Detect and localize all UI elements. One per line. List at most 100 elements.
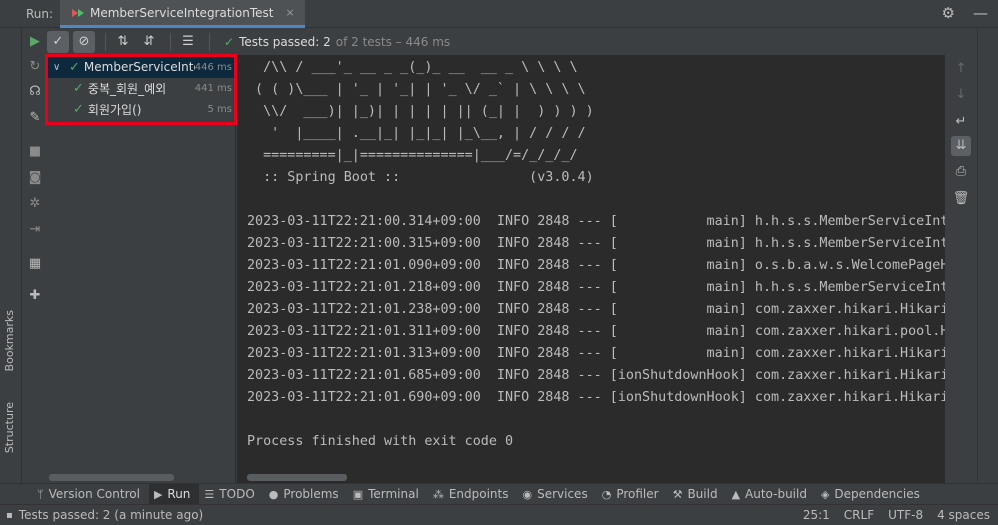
trash-icon[interactable]: 🗑: [951, 189, 971, 209]
pin-icon[interactable]: ✚: [27, 288, 43, 304]
success-check-icon: ✓: [73, 80, 84, 96]
arrow-down-icon[interactable]: ↓: [951, 85, 971, 105]
tool-tab-services[interactable]: ◉ Services: [517, 484, 596, 505]
tool-window-bar: ᛘ Version Control ▶ Run ☰ TODO ● Problems ▣ T…: [0, 483, 998, 505]
tool-tab-label: TODO: [219, 487, 255, 501]
run-icon: ▶: [153, 487, 163, 501]
endpoints-icon: ⁂: [432, 487, 444, 501]
tool-tab-label: Services: [537, 487, 588, 501]
layout-icon[interactable]: ▦: [27, 256, 43, 272]
run-tab[interactable]: MemberServiceIntegrationTest ×: [60, 0, 305, 28]
status-message[interactable]: ▪ Tests passed: 2 (a minute ago): [0, 508, 203, 522]
camera-icon[interactable]: ◙: [27, 170, 43, 186]
test-duration: 5 ms: [207, 103, 233, 115]
tool-tab-problems[interactable]: ● Problems: [264, 484, 348, 505]
structure-tab[interactable]: Structure: [3, 402, 16, 453]
tree-root-item[interactable]: ∨ ✓ MemberServiceInte 446 ms: [47, 56, 236, 78]
file-encoding[interactable]: UTF-8: [888, 508, 923, 522]
indent-setting[interactable]: 4 spaces: [937, 508, 990, 522]
tests-passed-text: Tests passed: 2: [239, 34, 331, 49]
warning-icon: ▲: [731, 487, 741, 501]
tool-tab-label: Profiler: [616, 487, 659, 501]
chevron-down-icon[interactable]: ∨: [53, 62, 65, 73]
console-horizontal-scrollbar[interactable]: [247, 474, 347, 481]
tool-tab-version-control[interactable]: ᛘ Version Control: [32, 484, 149, 505]
status-widgets: 25:1 CRLF UTF-8 4 spaces: [803, 508, 998, 522]
tool-tab-terminal[interactable]: ▣ Terminal: [348, 484, 428, 505]
branch-icon: ᛘ: [37, 487, 44, 501]
tree-horizontal-scrollbar[interactable]: [49, 474, 174, 481]
right-tool-strip: [977, 28, 998, 483]
wrench-icon[interactable]: ✎: [27, 110, 43, 126]
stop-icon[interactable]: ■: [27, 144, 43, 160]
soft-wrap-icon[interactable]: ↵: [951, 112, 971, 132]
run-tab-title: MemberServiceIntegrationTest: [90, 5, 274, 20]
tool-tab-todo[interactable]: ☰ TODO: [199, 484, 263, 505]
tool-tab-label: Auto-build: [745, 487, 807, 501]
toolbar-divider: [105, 32, 106, 51]
hammer-icon: ⚒: [672, 487, 683, 501]
info-icon: ●: [268, 487, 279, 501]
run-toolbar: ▶ ↻ ☊ ✎ ■ ◙ ✲ ⇥ ▦ ✚: [22, 28, 47, 483]
layers-icon: ◈: [820, 487, 830, 501]
header-actions: ⚙ —: [942, 4, 988, 22]
tool-tab-profiler[interactable]: ◔ Profiler: [597, 484, 668, 505]
expand-all-button[interactable]: ☰: [177, 31, 199, 53]
expand-icon: ☰: [182, 34, 194, 49]
line-ending[interactable]: CRLF: [844, 508, 874, 522]
show-passed-button[interactable]: ✓: [47, 30, 69, 53]
console-output[interactable]: /\\ / ___'_ __ _ _(_)_ __ __ _ \ \ \ \ (…: [237, 55, 945, 483]
bookmarks-tab[interactable]: Bookmarks: [3, 310, 16, 371]
tool-tab-run[interactable]: ▶ Run: [148, 483, 200, 505]
toolbar-divider: [170, 32, 171, 51]
tests-detail-text: of 2 tests – 446 ms: [335, 34, 451, 49]
tool-tab-label: Problems: [283, 487, 339, 501]
tree-test-item[interactable]: ✓ 회원가입() 5 ms: [47, 98, 236, 120]
caret-position[interactable]: 25:1: [803, 508, 830, 522]
tool-tab-endpoints[interactable]: ⁂ Endpoints: [428, 484, 518, 505]
left-tool-strip: Bookmarks Structure: [0, 28, 22, 483]
profiler-icon: ◔: [601, 487, 612, 501]
test-tree: ∨ ✓ MemberServiceInte 446 ms ✓ 중복_회원_예외 …: [47, 55, 236, 483]
run-config-icon: [72, 8, 84, 18]
tool-tab-label: Version Control: [48, 487, 140, 501]
sort-alpha-button[interactable]: ⇅: [112, 31, 134, 53]
success-check-icon: ✓: [224, 34, 235, 49]
gear-small-icon[interactable]: ✲: [27, 196, 43, 212]
close-icon[interactable]: ×: [285, 6, 294, 19]
rerun-failed-icon[interactable]: ↻: [27, 59, 43, 75]
print-icon[interactable]: ⎙: [951, 162, 971, 182]
rerun-icon[interactable]: ▶: [27, 34, 43, 50]
services-icon: ◉: [522, 487, 533, 501]
test-name: 회원가입(): [87, 102, 142, 117]
arrow-up-icon[interactable]: ↑: [951, 59, 971, 79]
minus-icon[interactable]: —: [973, 4, 988, 22]
test-toolbar: ✓ ⊘ ⇅ ⇵ ☰ ✓ Tests passed: 2 of 2 tests –…: [47, 28, 998, 55]
ide-window: Run: MemberServiceIntegrationTest × ⚙ — …: [0, 0, 998, 525]
toolbar-divider: [209, 32, 210, 51]
status-message-text: Tests passed: 2 (a minute ago): [18, 508, 204, 522]
gear-icon[interactable]: ⚙: [942, 4, 955, 22]
success-check-icon: ✓: [73, 101, 84, 117]
tool-tab-build[interactable]: ⚒ Build: [668, 484, 727, 505]
tool-tab-auto-build[interactable]: ▲ Auto-build: [727, 484, 816, 505]
tool-tab-dependencies[interactable]: ◈ Dependencies: [816, 484, 929, 505]
debug-icon[interactable]: ☊: [27, 84, 43, 100]
tool-tab-label: Run: [167, 487, 191, 501]
test-status: ✓ Tests passed: 2 of 2 tests – 446 ms: [224, 35, 450, 49]
test-duration: 441 ms: [194, 82, 232, 94]
exit-icon[interactable]: ⇥: [27, 222, 43, 238]
tool-tab-label: Dependencies: [834, 487, 920, 501]
tool-tab-label: Endpoints: [448, 487, 509, 501]
scroll-to-end-icon[interactable]: ⇊: [951, 136, 971, 156]
terminal-icon: ▣: [352, 487, 364, 501]
tool-tab-label: Build: [687, 487, 718, 501]
tree-test-item[interactable]: ✓ 중복_회원_예외 441 ms: [47, 77, 236, 99]
show-ignored-button[interactable]: ⊘: [73, 30, 95, 53]
sort-duration-button[interactable]: ⇵: [138, 31, 160, 53]
list-icon: ☰: [204, 487, 215, 501]
console-toolbar: ↑ ↓ ↵ ⇊ ⎙ 🗑: [945, 55, 977, 483]
sort-duration-icon: ⇵: [143, 34, 155, 49]
test-name: 중복_회원_예외: [87, 81, 167, 96]
test-class-name: MemberServiceInte: [83, 60, 195, 74]
